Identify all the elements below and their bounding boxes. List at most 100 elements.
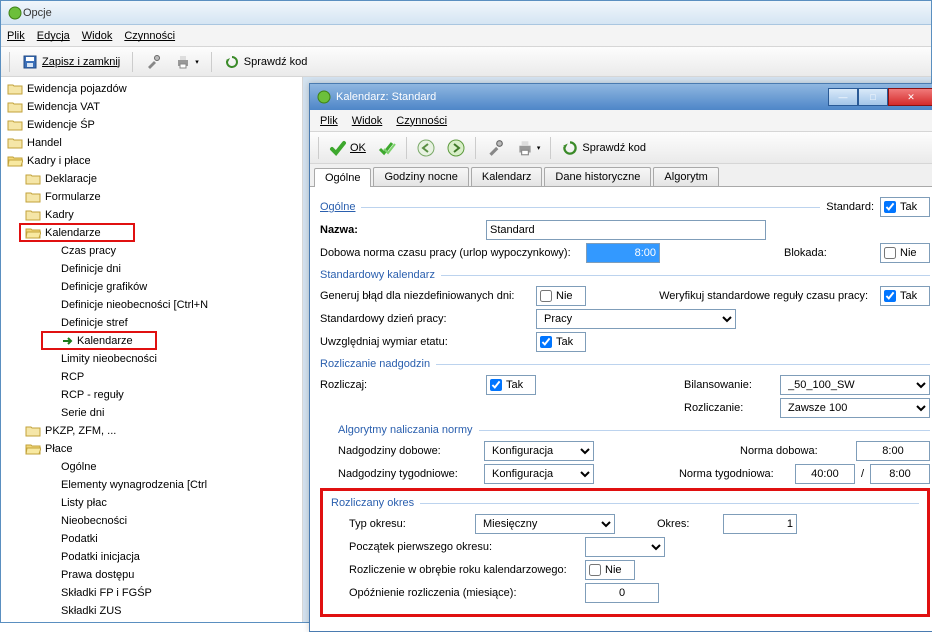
tree-item-label: Płace [45,443,73,455]
sub-menubar: Plik Widok Czynności [310,110,932,132]
tree-item[interactable]: Kadry i płace [1,152,302,170]
right-pane: Kalendarz: Standard — □ ✕ Plik Widok Czy… [303,77,931,622]
folder-icon [7,100,23,114]
ok-button[interactable]: OK [325,137,370,159]
weryf-checkbox[interactable]: Tak [880,286,930,306]
check-code-sub-button[interactable]: Sprawdź kod [557,137,650,159]
save-close-button[interactable]: Zapisz i zamknij [18,52,124,72]
rozliczaj-label: Rozliczaj: [320,379,480,391]
tab-dane-historyczne[interactable]: Dane historyczne [544,167,651,186]
tree-item[interactable]: Listy płac [1,494,302,512]
dobowa-input[interactable] [586,243,660,263]
check-double-icon [378,139,396,157]
tree-item[interactable]: Deklaracje [1,170,302,188]
menu-widok[interactable]: Widok [82,30,113,42]
forward-button[interactable] [443,137,469,159]
uwzgetat-checkbox[interactable]: Tak [536,332,586,352]
uwzgetat-label: Uwzględniaj wymiar etatu: [320,336,530,348]
nadtyg-select[interactable]: Konfiguracja [484,464,594,484]
sub-menu-czynnosci[interactable]: Czynności [396,115,447,127]
rozokr-highlight: Rozliczany okres Typ okresu: Miesięczny … [320,488,930,617]
poczatek-select[interactable] [585,537,665,557]
nazwa-input[interactable] [486,220,766,240]
tree-item[interactable]: RCP [1,368,302,386]
normdob-input[interactable] [856,441,930,461]
tree-item-label: RCP - reguły [61,389,124,401]
tree-item[interactable]: Serie dni [1,404,302,422]
normtyg2-input[interactable] [870,464,930,484]
tree-item[interactable]: Definicje stref [1,314,302,332]
tree-item[interactable]: Kadry [1,206,302,224]
tree-item[interactable]: Składki FP i FGŚP [1,584,302,602]
close-button[interactable]: ✕ [888,88,932,106]
menu-czynnosci[interactable]: Czynności [124,30,175,42]
menu-edycja[interactable]: Edycja [37,30,70,42]
tree-item[interactable]: Podatki inicjacja [1,548,302,566]
sub-title: Kalendarz: Standard [336,91,828,103]
tree-item-label: Kalendarze [45,227,101,239]
tree-item[interactable]: Podatki [1,530,302,548]
rozliczaj-checkbox[interactable]: Tak [486,375,536,395]
tree-item-label: Podatki inicjacja [61,551,140,563]
tree-item-label: Prawa dostępu [61,569,134,581]
minimize-button[interactable]: — [828,88,858,106]
tree-item[interactable]: Limity nieobecności [1,350,302,368]
save-icon [22,54,38,70]
tree-item[interactable]: Kalendarze [1,332,302,350]
tree-item[interactable]: Czas pracy [1,242,302,260]
okres-input[interactable] [723,514,797,534]
opoz-input[interactable] [585,583,659,603]
folder-icon [25,226,41,240]
maximize-button[interactable]: □ [858,88,888,106]
standard-checkbox[interactable]: Tak [880,197,930,217]
tree-item[interactable]: Definicje dni [1,260,302,278]
tree-item-label: Limity nieobecności [61,353,157,365]
tree-item[interactable]: Składki ZUS [1,602,302,620]
tree-item[interactable]: Prawa dostępu [1,566,302,584]
ok-all-button[interactable] [374,137,400,159]
check-code-button[interactable]: Sprawdź kod [220,52,312,72]
sub-toolbar: OK ▾ Sprawdź kod [310,132,932,164]
tree-item[interactable]: Elementy wynagrodzenia [Ctrl [1,476,302,494]
tree-item[interactable]: Definicje grafików [1,278,302,296]
tree-item[interactable]: Nieobecności [1,512,302,530]
tree-item[interactable]: Kalendarze [1,224,302,242]
menu-plik[interactable]: Plik [7,30,25,42]
blokada-checkbox[interactable]: Nie [880,243,930,263]
sub-menu-plik[interactable]: Plik [320,115,338,127]
refresh-icon [224,54,240,70]
tree-item-label: Ewidencje ŚP [27,119,95,131]
tree-item[interactable]: Formularze [1,188,302,206]
tree-item[interactable]: Płace [1,440,302,458]
tree-item[interactable]: Ewidencja pojazdów [1,80,302,98]
rozliczanie-select[interactable]: Zawsze 100 [780,398,930,418]
tree-item[interactable]: Handel [1,134,302,152]
tab-ogólne[interactable]: Ogólne [314,168,371,187]
print-button[interactable]: ▾ [171,52,203,72]
normtyg1-input[interactable] [795,464,855,484]
tree-item[interactable]: Definicje nieobecności [Ctrl+N [1,296,302,314]
tab-algorytm[interactable]: Algorytm [653,167,718,186]
back-button[interactable] [413,137,439,159]
tree-item[interactable]: Ewidencja VAT [1,98,302,116]
stddzien-select[interactable]: Pracy [536,309,736,329]
tab-kalendarz[interactable]: Kalendarz [471,167,543,186]
naddob-select[interactable]: Konfiguracja [484,441,594,461]
tree-item[interactable]: PKZP, ZFM, ... [1,422,302,440]
tree-item[interactable]: Ewidencje ŚP [1,116,302,134]
rozrok-checkbox[interactable]: Nie [585,560,635,580]
bilans-select[interactable]: _50_100_SW [780,375,930,395]
typokr-select[interactable]: Miesięczny [475,514,615,534]
print-sub-button[interactable]: ▾ [512,137,545,159]
tools-sub-button[interactable] [482,137,508,159]
genblad-checkbox[interactable]: Nie [536,286,586,306]
tree-item[interactable]: Ogólne [1,458,302,476]
tree-item[interactable]: RCP - reguły [1,386,302,404]
sub-menu-widok[interactable]: Widok [352,115,383,127]
opoz-label: Opóźnienie rozliczenia (miesiące): [349,587,579,599]
tools-button[interactable] [141,52,165,72]
tree-item-label: Ewidencja pojazdów [27,83,127,95]
tab-godziny-nocne[interactable]: Godziny nocne [373,167,468,186]
group-ogolne[interactable]: Ogólne [320,199,355,215]
tree-pane[interactable]: Ewidencja pojazdów Ewidencja VAT Ewidencje… [1,77,303,622]
